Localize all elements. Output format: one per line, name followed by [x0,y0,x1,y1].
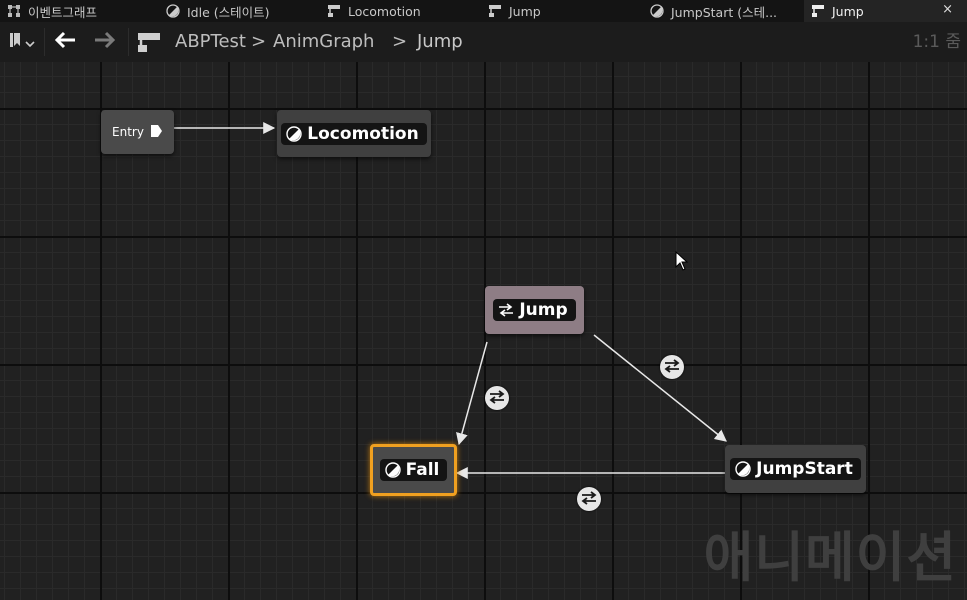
state-node-title-bar: Fall [379,459,448,481]
close-tab-button[interactable]: × [942,2,953,17]
transition-rule-jump-to-fall[interactable] [485,386,509,410]
forward-button[interactable] [90,30,118,54]
state-machine-icon [810,3,826,19]
state-machine-graph-canvas[interactable]: Entry Locomotion Jump Fall JumpStart 애니메… [0,62,967,600]
breadcrumb-separator: > [251,31,267,52]
bookmark-icon [9,32,21,52]
transition-icon [663,358,681,377]
zoom-level: 1:1 줌 [912,32,961,52]
state-node-label: Fall [405,460,440,480]
state-node-jumpstart[interactable]: JumpStart [725,445,866,493]
conduit-icon [498,303,514,317]
jump-to-jumpstart-wire[interactable] [593,334,727,442]
state-machine-icon [326,3,342,19]
toolbar-divider [44,28,45,56]
entry-node[interactable]: Entry [101,110,174,154]
conduit-node-title-bar: Jump [493,299,576,321]
tab-jumpstart-state[interactable]: JumpStart (스테... [649,0,799,22]
tab-jump-active[interactable]: Jump × [804,0,967,22]
state-icon [649,3,665,19]
arrow-right-icon [93,31,116,53]
mouse-cursor-icon [675,250,689,275]
state-node-locomotion[interactable]: Locomotion [277,110,431,157]
state-node-fall[interactable]: Fall [370,444,457,496]
toolbar-divider [128,28,129,56]
tab-jump[interactable]: Jump [487,0,637,22]
conduit-node-jump[interactable]: Jump [485,286,584,334]
bookmark-dropdown-button[interactable] [4,30,40,54]
jump-to-fall-wire[interactable] [456,341,488,446]
chevron-down-icon [25,33,35,52]
transition-rule-jump-to-jumpstart[interactable] [660,355,684,379]
breadcrumb-abptest[interactable]: ABPTest [175,22,246,62]
transition-icon [488,389,506,408]
tab-idle-state[interactable]: Idle (스테이트) [165,0,315,22]
entry-label: Entry [112,125,144,139]
state-node-title-bar: Locomotion [281,122,427,145]
state-node-label: JumpStart [756,459,853,479]
transition-rule-jumpstart-to-fall[interactable] [577,487,601,511]
graph-type-watermark: 애니메이션 [703,526,957,589]
state-icon [165,3,181,19]
state-node-title-bar: JumpStart [730,458,861,480]
breadcrumb-animgraph[interactable]: AnimGraph [273,22,374,62]
tab-event-graph[interactable]: 이벤트그래프 [6,0,156,22]
graph-toolbar: ABPTest > AnimGraph > Jump 1:1 줌 [0,22,967,63]
breadcrumb-separator: > [392,31,408,52]
state-machine-icon [134,30,164,54]
state-machine-icon [487,3,503,19]
state-icon [735,461,751,477]
arrow-left-icon [54,31,77,53]
back-button[interactable] [52,30,80,54]
entry-pin-icon [150,124,163,141]
state-icon [286,125,302,142]
state-icon [384,462,401,478]
state-node-label: Locomotion [307,123,419,144]
event-graph-icon [6,3,22,19]
breadcrumb-jump: Jump [417,31,463,52]
transition-icon [580,490,598,509]
tab-locomotion[interactable]: Locomotion [326,0,476,22]
document-tab-bar: 이벤트그래프 Idle (스테이트) Locomotion Jump JumpS… [0,0,967,23]
conduit-node-label: Jump [519,300,568,320]
